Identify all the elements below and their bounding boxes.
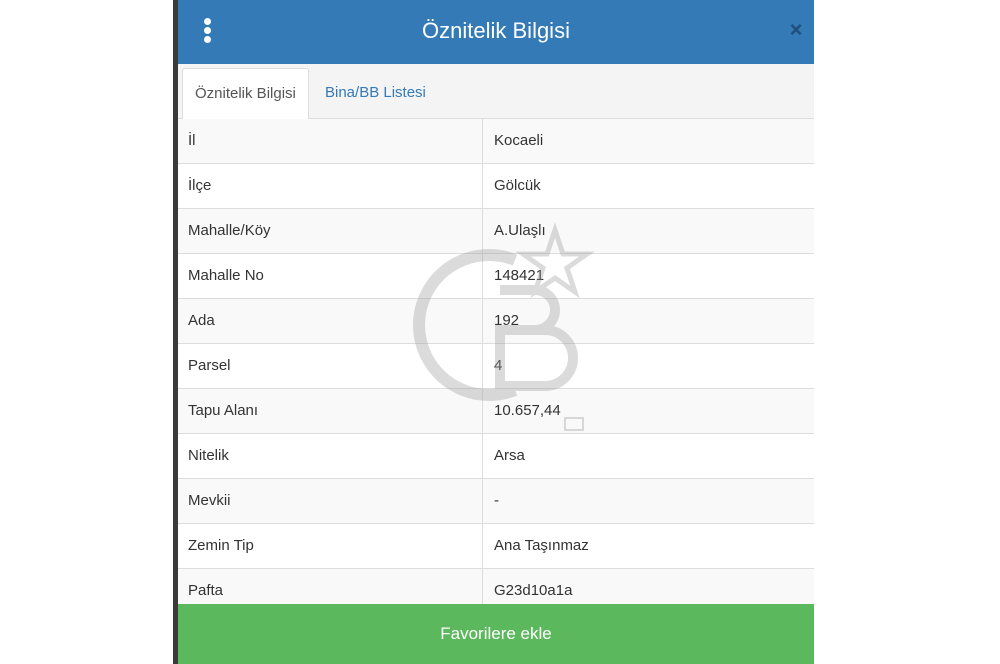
row-value: 148421 <box>482 254 814 298</box>
row-value: Arsa <box>482 434 814 478</box>
tab-bar: Öznitelik Bilgisi Bina/BB Listesi <box>178 64 814 120</box>
panel-header: Öznitelik Bilgisi × <box>178 0 814 64</box>
table-row: İl Kocaeli <box>178 119 814 164</box>
row-value: Ana Taşınmaz <box>482 524 814 568</box>
tab-attribute-info[interactable]: Öznitelik Bilgisi <box>182 68 309 120</box>
row-value: 4 <box>482 344 814 388</box>
close-icon[interactable]: × <box>786 19 806 41</box>
table-row: Ada 192 <box>178 299 814 344</box>
row-label: Mahalle No <box>188 267 264 284</box>
row-label: Nitelik <box>188 447 229 464</box>
table-row: Mahalle No 148421 <box>178 254 814 299</box>
row-value: Gölcük <box>482 164 814 208</box>
row-value: 192 <box>482 299 814 343</box>
row-value: Kocaeli <box>482 119 814 163</box>
table-row: Parsel 4 <box>178 344 814 389</box>
row-label: Mevkii <box>188 492 231 509</box>
row-label: Ada <box>188 312 215 329</box>
row-label: Tapu Alanı <box>188 402 259 419</box>
tab-building-list[interactable]: Bina/BB Listesi <box>313 68 438 118</box>
attribute-info-panel: Öznitelik Bilgisi × Öznitelik Bilgisi Bi… <box>178 0 814 664</box>
row-label: İlçe <box>188 177 212 194</box>
table-row: Nitelik Arsa <box>178 434 814 479</box>
row-label: Zemin Tip <box>188 537 254 554</box>
table-row: İlçe Gölcük <box>178 164 814 209</box>
row-value: - <box>482 479 814 523</box>
row-value: A.Ulaşlı <box>482 209 814 253</box>
add-to-favorites-button[interactable]: Favorilere ekle <box>178 604 814 664</box>
table-row: Tapu Alanı 10.657,44 <box>178 389 814 434</box>
row-label: Parsel <box>188 357 231 374</box>
table-row: Mahalle/Köy A.Ulaşlı <box>178 209 814 254</box>
row-label: Mahalle/Köy <box>188 222 271 239</box>
row-value: 10.657,44 <box>482 389 814 433</box>
panel-title: Öznitelik Bilgisi <box>422 18 570 43</box>
table-row: Mevkii - <box>178 479 814 524</box>
attribute-table: İl Kocaeli İlçe Gölcük Mahalle/Köy A.Ula… <box>178 119 814 614</box>
row-label: İl <box>188 132 196 149</box>
table-row: Zemin Tip Ana Taşınmaz <box>178 524 814 569</box>
